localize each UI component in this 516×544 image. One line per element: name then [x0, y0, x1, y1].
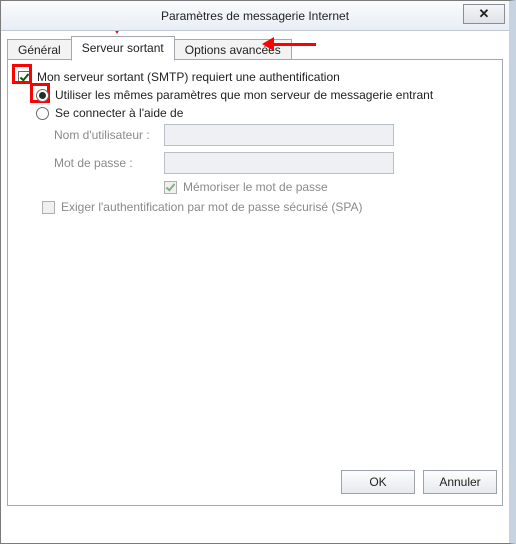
- titlebar: Paramètres de messagerie Internet ✕: [1, 1, 509, 31]
- close-button[interactable]: ✕: [463, 4, 505, 24]
- row-smtp-auth: Mon serveur sortant (SMTP) requiert une …: [18, 70, 492, 84]
- dialog-footer: OK Annuler: [341, 470, 497, 494]
- ok-button[interactable]: OK: [341, 470, 415, 494]
- tab-general-label: Général: [18, 43, 61, 57]
- tab-strip: Général Serveur sortant Options avancées: [7, 37, 503, 60]
- check-icon: [166, 183, 175, 192]
- radio-logon-using[interactable]: [36, 107, 49, 120]
- tab-outgoing-server[interactable]: Serveur sortant: [71, 36, 175, 61]
- ok-button-label: OK: [369, 475, 386, 489]
- window-internet-email-settings: Paramètres de messagerie Internet ✕ Géné…: [0, 0, 516, 544]
- row-logon-using: Se connecter à l'aide de: [36, 106, 492, 120]
- close-icon: ✕: [479, 6, 490, 22]
- tab-panel-outgoing: Mon serveur sortant (SMTP) requiert une …: [7, 60, 503, 506]
- tab-outgoing-label: Serveur sortant: [82, 41, 164, 55]
- label-same-settings: Utiliser les mêmes paramètres que mon se…: [55, 88, 433, 102]
- check-icon: [20, 73, 29, 82]
- dialog-body: Général Serveur sortant Options avancées…: [1, 31, 509, 506]
- checkbox-remember-password[interactable]: [164, 181, 177, 194]
- label-smtp-auth: Mon serveur sortant (SMTP) requiert une …: [37, 70, 340, 84]
- tab-general[interactable]: Général: [7, 39, 72, 61]
- window-title: Paramètres de messagerie Internet: [161, 9, 349, 23]
- row-same-settings: Utiliser les mêmes paramètres que mon se…: [36, 88, 492, 102]
- label-logon-using: Se connecter à l'aide de: [55, 106, 183, 120]
- label-require-spa: Exiger l'authentification par mot de pas…: [61, 200, 363, 214]
- input-password[interactable]: [164, 152, 394, 174]
- checkbox-require-spa[interactable]: [42, 201, 55, 214]
- label-password: Mot de passe :: [54, 156, 164, 170]
- cancel-button-label: Annuler: [439, 475, 480, 489]
- radio-same-settings[interactable]: [36, 89, 49, 102]
- annotation-arrow-left: [262, 37, 316, 51]
- input-username[interactable]: [164, 124, 394, 146]
- label-remember-password: Mémoriser le mot de passe: [183, 180, 328, 194]
- logon-form: Nom d'utilisateur : Mot de passe : Mémor…: [54, 124, 492, 214]
- checkbox-smtp-auth[interactable]: [18, 71, 31, 84]
- label-username: Nom d'utilisateur :: [54, 128, 164, 142]
- cancel-button[interactable]: Annuler: [423, 470, 497, 494]
